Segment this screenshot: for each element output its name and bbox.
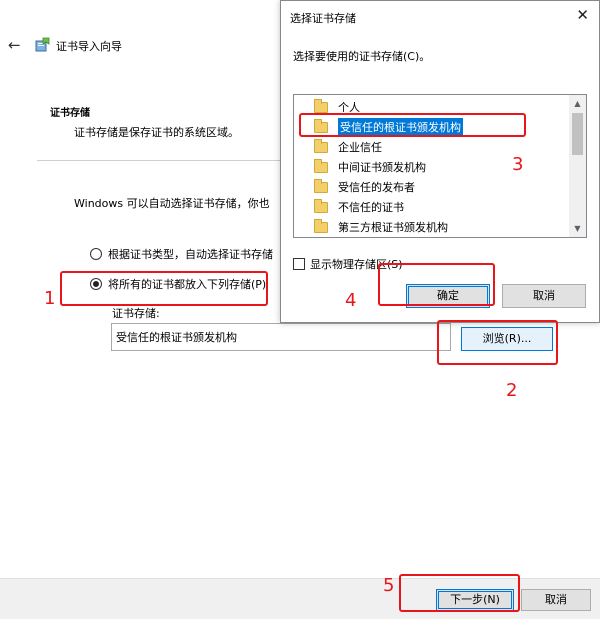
- certificate-wizard-icon: [34, 37, 50, 53]
- dialog-cancel-button[interactable]: 取消: [502, 284, 586, 308]
- tree-item-label: 不信任的证书: [338, 201, 404, 214]
- wizard-title: 证书导入向导: [56, 40, 122, 53]
- tree-item-label: 受信任的发布者: [338, 181, 415, 194]
- tree-item-trusted-publishers[interactable]: 受信任的发布者: [314, 177, 415, 197]
- annotation-number-4: 4: [345, 290, 357, 311]
- tree-item-untrusted[interactable]: 不信任的证书: [314, 197, 404, 217]
- folder-icon: [314, 138, 328, 153]
- section-description: 证书存储是保存证书的系统区域。: [74, 126, 239, 139]
- certificate-store-label: 证书存储:: [112, 307, 160, 320]
- annotation-number-5: 5: [383, 575, 395, 596]
- folder-icon: [314, 98, 328, 113]
- folder-icon: [314, 198, 328, 213]
- scrollbar-thumb[interactable]: [572, 113, 583, 155]
- folder-icon: [314, 218, 328, 233]
- tree-item-third-party-root[interactable]: 第三方根证书颁发机构: [314, 217, 448, 237]
- close-icon[interactable]: ✕: [576, 7, 589, 23]
- annotation-box-step-1: [60, 271, 268, 306]
- annotation-box-step-3: [299, 113, 526, 137]
- dialog-prompt: 选择要使用的证书存储(C)。: [293, 50, 431, 63]
- show-physical-checkbox[interactable]: [293, 258, 305, 270]
- section-title: 证书存储: [50, 108, 90, 119]
- tree-item-label: 第三方根证书颁发机构: [338, 221, 448, 234]
- scroll-down-icon[interactable]: ▼: [569, 220, 586, 237]
- back-arrow-icon[interactable]: ←: [8, 38, 24, 53]
- folder-icon: [314, 178, 328, 193]
- auto-select-description: Windows 可以自动选择证书存储，你也: [74, 197, 270, 210]
- radio-auto-select[interactable]: 根据证书类型，自动选择证书存储: [90, 246, 273, 262]
- certificate-store-field[interactable]: [111, 323, 451, 351]
- annotation-box-step-4: [378, 263, 495, 306]
- tree-item-label: 中间证书颁发机构: [338, 161, 426, 174]
- folder-icon: [314, 158, 328, 173]
- tree-scrollbar[interactable]: ▲ ▼: [569, 95, 586, 237]
- tree-item-label: 企业信任: [338, 141, 382, 154]
- dialog-title: 选择证书存储: [290, 12, 356, 25]
- annotation-number-1: 1: [44, 288, 56, 309]
- annotation-number-2: 2: [506, 380, 518, 401]
- scroll-up-icon[interactable]: ▲: [569, 95, 586, 112]
- tree-item-enterprise-trust[interactable]: 企业信任: [314, 137, 382, 157]
- radio-auto-select-label: 根据证书类型，自动选择证书存储: [108, 248, 273, 261]
- annotation-number-3: 3: [512, 154, 524, 175]
- radio-auto-select-button[interactable]: [90, 248, 102, 260]
- wizard-cancel-button[interactable]: 取消: [521, 589, 591, 611]
- annotation-box-step-2: [437, 320, 558, 365]
- dialog-titlebar: 选择证书存储 ✕: [281, 1, 599, 31]
- tree-item-intermediate-ca[interactable]: 中间证书颁发机构: [314, 157, 426, 177]
- annotation-box-step-5: [399, 574, 520, 612]
